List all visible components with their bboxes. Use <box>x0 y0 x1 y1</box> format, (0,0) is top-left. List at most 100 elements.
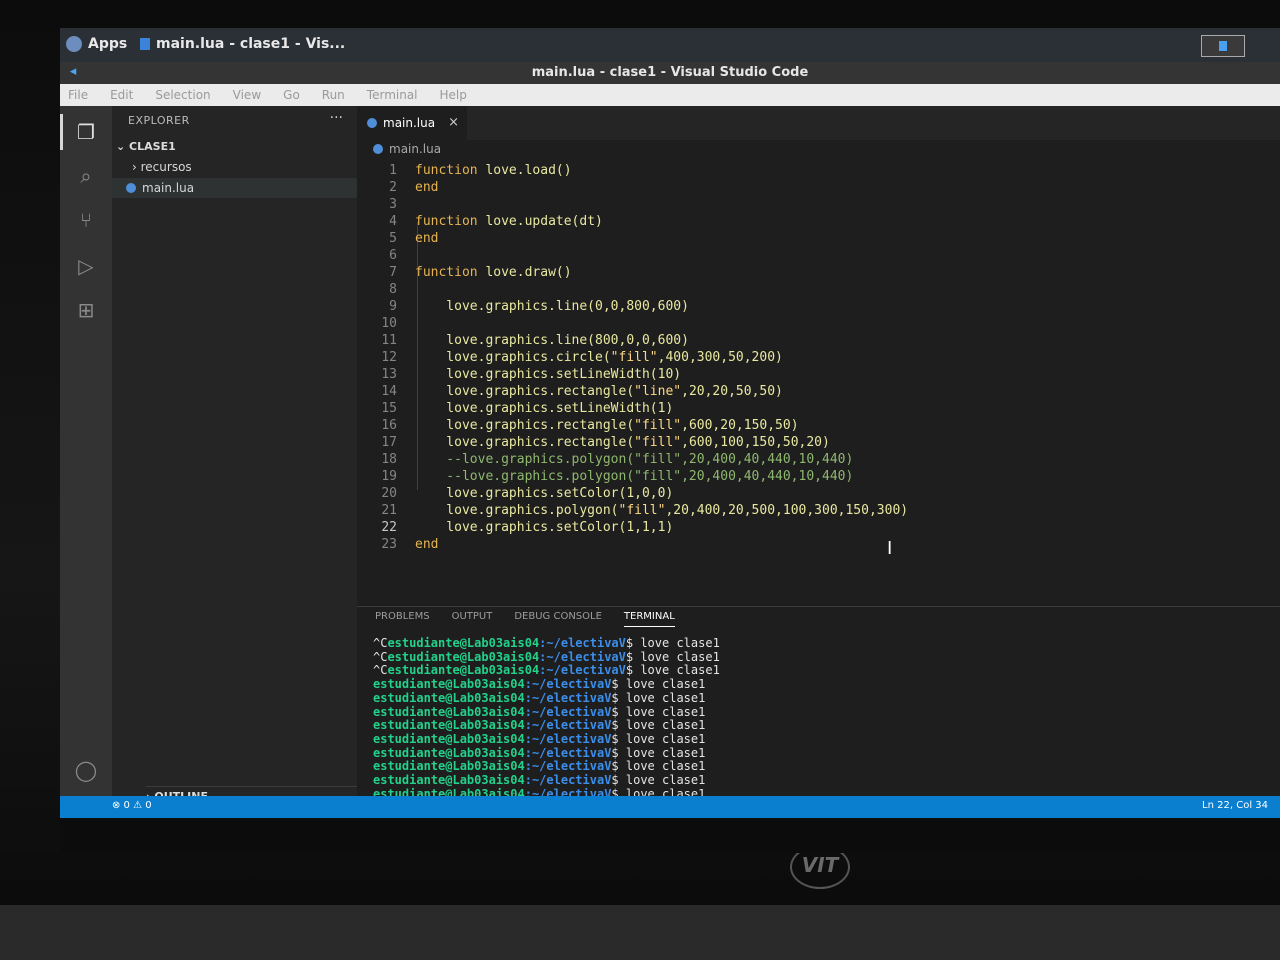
line-number: 21 <box>381 503 397 518</box>
cursor-position[interactable]: Ln 22, Col 34 <box>1202 800 1268 811</box>
window-title: main.lua - clase1 - Visual Studio Code <box>531 65 809 80</box>
line-number: 19 <box>381 469 397 484</box>
menu-selection[interactable]: Selection <box>155 88 210 102</box>
line-number: 12 <box>381 350 397 365</box>
code-line[interactable]: 7 function love.draw() <box>357 264 1280 281</box>
line-text: love.graphics.setColor(1,1,1) <box>415 520 674 535</box>
tab-terminal[interactable]: TERMINAL <box>623 611 675 627</box>
code-line[interactable]: 15 love.graphics.setLineWidth(1) <box>357 400 1280 417</box>
screen: Apps main.lua - clase1 - Vis... ◂ main.l… <box>60 28 1280 853</box>
code-line[interactable]: 1 function love.load() <box>357 162 1280 179</box>
line-text: function love.update(dt) <box>415 214 603 229</box>
code-line[interactable]: 17 love.graphics.rectangle("fill",600,10… <box>357 434 1280 451</box>
line-text: function love.draw() <box>415 265 572 280</box>
terminal-line: ^Cestudiante@Lab03ais04:~/electivaV$ lov… <box>373 663 720 678</box>
menu-go[interactable]: Go <box>283 88 300 102</box>
line-number: 22 <box>381 520 397 535</box>
breadcrumb[interactable]: main.lua <box>373 142 441 156</box>
terminal-line: estudiante@Lab03ais04:~/electivaV$ love … <box>373 690 706 705</box>
code-line[interactable]: 5 end <box>357 230 1280 247</box>
line-text: love.graphics.rectangle("line",20,20,50,… <box>415 384 783 399</box>
code-line[interactable]: 19 --love.graphics.polygon("fill",20,400… <box>357 468 1280 485</box>
code-line[interactable]: 23 end <box>357 536 1280 553</box>
code-line[interactable]: 18 --love.graphics.polygon("fill",20,400… <box>357 451 1280 468</box>
chevron-down-icon: ⌄ <box>116 140 130 153</box>
taskbar-window-vscode[interactable]: main.lua - clase1 - Vis... <box>140 36 345 52</box>
line-text: end <box>415 231 439 246</box>
explorer-sidebar: EXPLORER ··· ⌄ CLASE1 › recursos main.lu… <box>112 106 357 803</box>
line-text: --love.graphics.polygon("fill",20,400,40… <box>415 469 854 484</box>
tree-item-label: main.lua <box>142 181 195 195</box>
code-line[interactable]: 16 love.graphics.rectangle("fill",600,20… <box>357 417 1280 434</box>
close-icon[interactable]: × <box>448 106 459 140</box>
chevron-right-icon: › <box>132 160 141 174</box>
run-debug-icon[interactable]: ▷ <box>74 254 98 278</box>
menu-file[interactable]: File <box>68 88 88 102</box>
tab-output[interactable]: OUTPUT <box>452 611 493 627</box>
terminal-line: ^Cestudiante@Lab03ais04:~/electivaV$ lov… <box>373 636 720 650</box>
menu-terminal[interactable]: Terminal <box>367 88 418 102</box>
tree-item-recursos[interactable]: › recursos <box>132 160 192 174</box>
line-text: love.graphics.setColor(1,0,0) <box>415 486 674 501</box>
tab-debug-console[interactable]: DEBUG CONSOLE <box>514 611 602 627</box>
workspace-switcher[interactable] <box>1201 35 1245 57</box>
code-line[interactable]: 12 love.graphics.circle("fill",400,300,5… <box>357 349 1280 366</box>
code-line[interactable]: 14 love.graphics.rectangle("line",20,20,… <box>357 383 1280 400</box>
tab-problems[interactable]: PROBLEMS <box>375 611 430 627</box>
line-number: 9 <box>389 299 397 314</box>
terminal-line: estudiante@Lab03ais04:~/electivaV$ love … <box>373 677 706 692</box>
line-number: 23 <box>381 537 397 552</box>
files-icon[interactable]: ❐ <box>74 120 98 144</box>
explorer-more-actions[interactable]: ··· <box>330 110 343 126</box>
explorer-header: EXPLORER <box>128 114 190 127</box>
workspace-folder-label: CLASE1 <box>129 140 176 153</box>
line-number: 6 <box>389 248 397 263</box>
code-line[interactable]: 2 end <box>357 179 1280 196</box>
code-line[interactable]: 20 love.graphics.setColor(1,0,0) <box>357 485 1280 502</box>
menu-run[interactable]: Run <box>322 88 345 102</box>
code-line[interactable]: 10 <box>357 315 1280 332</box>
code-line[interactable]: 21 love.graphics.polygon("fill",20,400,2… <box>357 502 1280 519</box>
editor-area[interactable]: main.lua × main.lua 1 function love.load(… <box>357 106 1280 606</box>
tree-item-label: recursos <box>140 160 192 174</box>
menu-view[interactable]: View <box>233 88 261 102</box>
code-line[interactable]: 11 love.graphics.line(800,0,0,600) <box>357 332 1280 349</box>
extensions-icon[interactable]: ⊞ <box>74 298 98 322</box>
line-number: 10 <box>381 316 397 331</box>
editor-tabs: main.lua × <box>357 106 1280 140</box>
line-text: love.graphics.circle("fill",400,300,50,2… <box>415 350 783 365</box>
menu-bar: File Edit Selection View Go Run Terminal… <box>60 84 1280 106</box>
line-number: 11 <box>381 333 397 348</box>
code-line[interactable]: 9 love.graphics.line(0,0,800,600) <box>357 298 1280 315</box>
account-icon[interactable]: ◯ <box>74 758 98 782</box>
problems-status[interactable]: ⊗ 0 ⚠ 0 <box>112 800 152 811</box>
tab-main-lua[interactable]: main.lua × <box>357 106 467 140</box>
source-control-icon[interactable]: ⑂ <box>74 208 98 232</box>
code-lines[interactable]: 1 function love.load() 2 end 3 4 function love… <box>357 162 1280 553</box>
line-number: 4 <box>389 214 397 229</box>
menu-edit[interactable]: Edit <box>110 88 133 102</box>
desk-background <box>0 905 1280 960</box>
lua-file-icon <box>367 118 377 128</box>
status-bar: ⊗ 0 ⚠ 0 Ln 22, Col 34 <box>60 796 1280 818</box>
code-line[interactable]: 8 <box>357 281 1280 298</box>
line-number: 20 <box>381 486 397 501</box>
apps-menu[interactable]: Apps <box>66 36 127 52</box>
code-line[interactable]: 13 love.graphics.setLineWidth(10) <box>357 366 1280 383</box>
code-line[interactable]: 3 <box>357 196 1280 213</box>
active-view-indicator <box>60 114 63 150</box>
menu-help[interactable]: Help <box>440 88 467 102</box>
line-text: --love.graphics.polygon("fill",20,400,40… <box>415 452 854 467</box>
line-number: 15 <box>381 401 397 416</box>
terminal-line: estudiante@Lab03ais04:~/electivaV$ love … <box>373 718 706 733</box>
code-line[interactable]: 22 love.graphics.setColor(1,1,1) <box>357 519 1280 536</box>
line-text: end <box>415 537 439 552</box>
line-number: 13 <box>381 367 397 382</box>
code-line[interactable]: 6 <box>357 247 1280 264</box>
code-line[interactable]: 4 function love.update(dt) <box>357 213 1280 230</box>
activity-bar: ❐ ⌕ ⑂ ▷ ⊞ ◯ ⚙ <box>60 106 112 824</box>
tree-item-main-lua[interactable]: main.lua <box>112 178 357 198</box>
workspace-folder[interactable]: ⌄ CLASE1 <box>116 140 176 153</box>
search-icon[interactable]: ⌕ <box>74 164 98 188</box>
line-text: love.graphics.line(800,0,0,600) <box>415 333 689 348</box>
